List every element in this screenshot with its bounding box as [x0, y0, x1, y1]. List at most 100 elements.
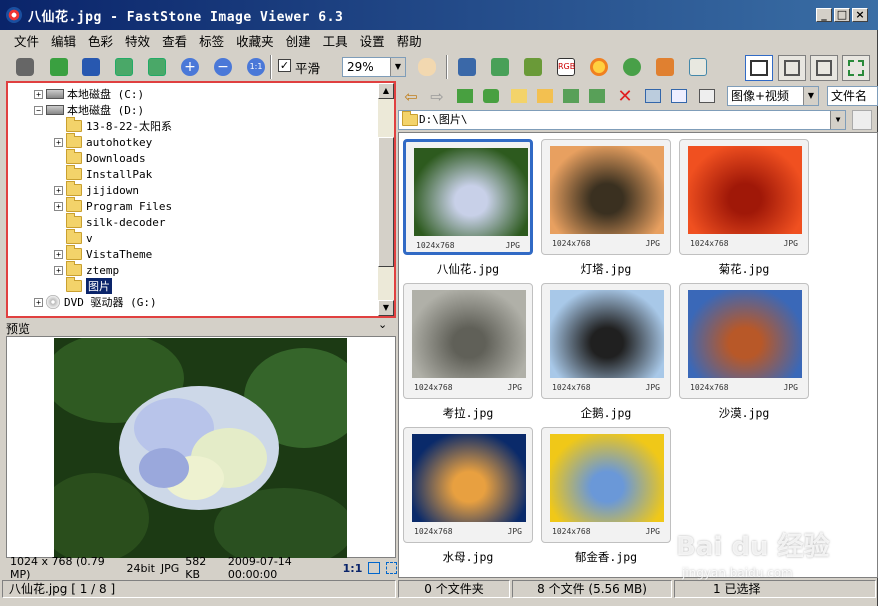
menu-create[interactable]: 创建 [280, 31, 317, 50]
thumbnail-view-button[interactable] [644, 87, 662, 105]
menu-settings[interactable]: 设置 [354, 31, 391, 50]
menu-color[interactable]: 色彩 [82, 31, 119, 50]
tree-item[interactable]: − 本地磁盘 (D:) [34, 102, 144, 118]
thumbnail-caption[interactable]: 菊花.jpg [679, 261, 809, 277]
next-button[interactable] [146, 56, 168, 78]
tree-item[interactable]: silk-decoder [54, 213, 165, 230]
chevron-down-icon[interactable]: ▼ [830, 111, 845, 129]
actual-size-button[interactable]: 1:1 [245, 56, 267, 78]
thumbnail-caption[interactable]: 郁金香.jpg [541, 549, 671, 565]
acquire-camera-button[interactable] [14, 56, 36, 78]
hand-tool-button[interactable] [416, 56, 438, 78]
menu-tools[interactable]: 工具 [317, 31, 354, 50]
select-all-button[interactable] [698, 87, 716, 105]
thumbnail-caption[interactable]: 考拉.jpg [403, 405, 533, 421]
thumbnail-item[interactable]: 1024x768 JPG [403, 427, 533, 543]
tree-scrollbar[interactable]: ▲ ▼ [378, 83, 394, 316]
thumbnail-caption[interactable]: 企鹅.jpg [541, 405, 671, 421]
details-view-button[interactable] [670, 87, 688, 105]
checklist-button[interactable] [687, 56, 709, 78]
menu-tags[interactable]: 标签 [193, 31, 230, 50]
undo-button[interactable] [654, 56, 676, 78]
minimize-button[interactable]: _ [816, 8, 832, 22]
brightness-button[interactable] [588, 56, 610, 78]
slideshow-button[interactable] [456, 56, 478, 78]
expand-icon[interactable]: + [54, 201, 63, 211]
layout-full-button[interactable] [810, 55, 838, 81]
tree-item[interactable]: 图片 [54, 277, 112, 294]
scroll-up-icon[interactable]: ▲ [378, 83, 394, 99]
previous-button[interactable] [113, 56, 135, 78]
open-button[interactable] [48, 56, 70, 78]
recycle-bin-icon[interactable] [852, 110, 872, 130]
collapse-preview-icon[interactable]: ⌄ [378, 318, 387, 331]
thumbnail-item[interactable]: 1024x768 JPG [541, 139, 671, 255]
zoom-in-button[interactable]: + [179, 56, 201, 78]
new-folder-button[interactable] [536, 87, 554, 105]
thumbnail-caption[interactable]: 沙漠.jpg [679, 405, 809, 421]
file-filter-select[interactable]: 图像+视频 ▼ [727, 86, 819, 106]
refresh-button[interactable] [482, 87, 500, 105]
thumbnail-caption[interactable]: 灯塔.jpg [541, 261, 671, 277]
expand-icon[interactable]: + [54, 137, 63, 147]
fullscreen-small-icon[interactable] [385, 562, 397, 574]
thumbnail-item[interactable]: 1024x768 JPG [541, 427, 671, 543]
sort-select[interactable]: 文件名 [827, 86, 878, 106]
thumbnail-item[interactable]: 1024x768 JPG [679, 283, 809, 399]
expand-icon[interactable]: + [54, 249, 63, 259]
tree-item[interactable]: Downloads [54, 149, 146, 166]
tree-item[interactable]: + DVD 驱动器 (G:) [34, 294, 157, 310]
thumbnail-item[interactable]: 1024x768 JPG [403, 283, 533, 399]
thumbnail-caption[interactable]: 水母.jpg [403, 549, 533, 565]
delete-button[interactable]: ✕ [616, 86, 634, 107]
tree-item[interactable]: + ztemp [54, 261, 119, 278]
menu-effects[interactable]: 特效 [119, 31, 156, 50]
tree-item[interactable]: + 本地磁盘 (C:) [34, 86, 144, 102]
back-button[interactable]: ⇦ [402, 87, 420, 106]
thumbnail-item[interactable]: 1024x768 JPG [403, 139, 533, 255]
maximize-button[interactable]: □ [834, 8, 850, 22]
expand-icon[interactable]: + [34, 297, 43, 307]
forward-button[interactable]: ⇨ [428, 87, 446, 106]
path-combobox[interactable]: D:\图片\ ▼ [398, 110, 846, 130]
fullscreen-button[interactable] [842, 55, 870, 81]
tree-item[interactable]: InstallPak [54, 165, 152, 182]
menu-edit[interactable]: 编辑 [45, 31, 82, 50]
menu-help[interactable]: 帮助 [391, 31, 428, 50]
tree-item[interactable]: + jijidown [54, 181, 139, 198]
zoom-ratio[interactable]: 1:1 [343, 562, 363, 575]
layout-browser-button[interactable] [745, 55, 773, 81]
tree-item[interactable]: v [54, 229, 93, 246]
thumbnail-item[interactable]: 1024x768 JPG [541, 283, 671, 399]
expand-icon[interactable]: + [54, 185, 63, 195]
smooth-checkbox[interactable]: ✓ [278, 59, 291, 72]
tree-item[interactable]: + Program Files [54, 197, 172, 214]
person-button[interactable] [621, 56, 643, 78]
folder-tree[interactable]: + 本地磁盘 (C:) − 本地磁盘 (D:) 13-8-22-太阳系 + autohotk… [6, 81, 396, 318]
thumbnail-item[interactable]: 1024x768 JPG [679, 139, 809, 255]
crop-button[interactable] [522, 56, 544, 78]
close-button[interactable]: × [852, 8, 868, 22]
collapse-icon[interactable]: − [34, 105, 43, 115]
rgb-adjust-button[interactable]: RGB [555, 56, 577, 78]
menu-favorites[interactable]: 收藏夹 [230, 31, 280, 50]
up-folder-button[interactable] [456, 87, 474, 105]
menu-file[interactable]: 文件 [8, 31, 45, 50]
chevron-down-icon[interactable]: ▼ [390, 58, 405, 76]
tree-item[interactable]: + autohotkey [54, 133, 152, 150]
expand-icon[interactable]: + [34, 89, 43, 99]
fit-icon[interactable] [368, 562, 380, 574]
tree-item[interactable]: 13-8-22-太阳系 [54, 117, 172, 134]
scroll-thumb[interactable] [378, 137, 394, 267]
menu-view[interactable]: 查看 [156, 31, 193, 50]
chevron-down-icon[interactable]: ▼ [803, 87, 818, 105]
scroll-down-icon[interactable]: ▼ [378, 300, 394, 316]
batch-convert-button[interactable] [489, 56, 511, 78]
thumbnail-grid[interactable]: 1024x768 JPG 八仙花.jpg 1024x768 JPG 灯塔.jpg 1024x… [398, 132, 878, 578]
layout-preview-button[interactable] [778, 55, 806, 81]
thumbnail-caption[interactable]: 八仙花.jpg [403, 261, 533, 277]
zoom-select[interactable]: 29% ▼ [342, 57, 406, 77]
move-to-button[interactable] [588, 87, 606, 105]
copy-to-button[interactable] [562, 87, 580, 105]
save-button[interactable] [80, 56, 102, 78]
